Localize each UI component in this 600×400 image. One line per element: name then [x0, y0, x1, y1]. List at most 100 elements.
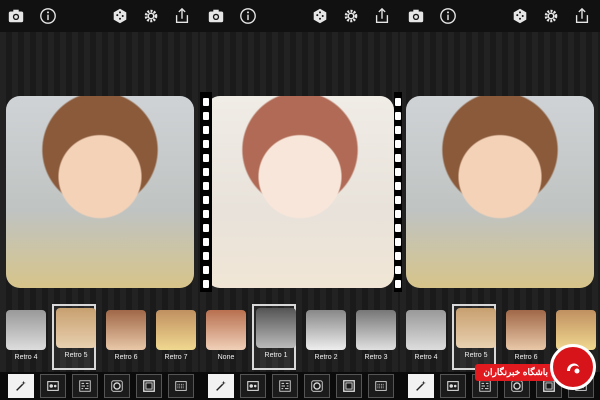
magic-wand-icon[interactable]: [8, 374, 34, 398]
filter-thumbnail-image: [506, 310, 546, 350]
filter-thumbnail[interactable]: Retro 7: [154, 306, 198, 368]
filter-thumbnail-image: [356, 310, 396, 350]
magic-wand-icon[interactable]: [408, 374, 434, 398]
film-hole: [395, 98, 401, 106]
frame-effect-icon[interactable]: [40, 374, 66, 398]
film-hole: [395, 168, 401, 176]
share-icon[interactable]: [372, 6, 392, 26]
filter-thumbnail-label: Retro 4: [14, 354, 38, 361]
photo-image: [406, 96, 594, 288]
filter-thumbnail-label: Retro 5: [64, 352, 88, 359]
film-hole: [203, 154, 209, 162]
film-hole: [395, 154, 401, 162]
watermark-text: باشگاه خبرنگاران: [475, 364, 556, 381]
film-hole: [395, 126, 401, 134]
film-hole: [203, 182, 209, 190]
filter-thumbnail[interactable]: Retro 2: [304, 306, 348, 368]
film-hole: [203, 224, 209, 232]
filter-thumbnail-image: [156, 310, 196, 350]
filter-thumbnail-label: Retro 1: [264, 352, 288, 359]
share-icon[interactable]: [572, 6, 592, 26]
filter-thumbnail-label: None: [217, 354, 235, 361]
border-icon[interactable]: [336, 374, 362, 398]
film-strip-left: [200, 92, 212, 292]
filter-thumbnail-label: Retro 7: [164, 354, 188, 361]
camera-icon[interactable]: [206, 6, 226, 26]
photo-preview[interactable]: [406, 96, 594, 288]
pattern-icon[interactable]: [368, 374, 394, 398]
film-hole: [203, 238, 209, 246]
dice-icon[interactable]: [510, 6, 530, 26]
film-hole: [395, 210, 401, 218]
film-hole: [203, 266, 209, 274]
filter-thumbnail-image: [456, 308, 496, 348]
filter-thumbnail-label: Retro 6: [114, 354, 138, 361]
tool-bar: [0, 372, 200, 400]
filter-thumbnail-label: Retro 2: [314, 354, 338, 361]
dice-icon[interactable]: [110, 6, 130, 26]
photo-image: [206, 96, 394, 288]
editor-panel: Retro 4Retro 5Retro 6Retro 7: [400, 0, 600, 400]
gear-icon[interactable]: [541, 6, 561, 26]
filter-thumbnail-image: [406, 310, 446, 350]
texture-icon[interactable]: [272, 374, 298, 398]
film-hole: [395, 140, 401, 148]
filter-thumbnail[interactable]: Retro 1: [252, 304, 296, 370]
dice-icon[interactable]: [310, 6, 330, 26]
magic-wand-icon[interactable]: [208, 374, 234, 398]
filter-thumbnail-strip: None Retro 1 Retro 2 Retro 3: [200, 304, 400, 370]
frame-effect-icon[interactable]: [240, 374, 266, 398]
filter-thumbnail-image: [6, 310, 46, 350]
filter-thumbnail[interactable]: Retro 3: [354, 306, 398, 368]
filter-thumbnail-image: [256, 308, 296, 348]
film-hole: [203, 210, 209, 218]
filter-thumbnail[interactable]: None: [204, 306, 248, 368]
camera-icon[interactable]: [406, 6, 426, 26]
filter-thumbnail-label: Retro 3: [364, 354, 388, 361]
film-hole: [395, 280, 401, 288]
film-hole: [395, 266, 401, 274]
film-hole: [203, 252, 209, 260]
gear-icon[interactable]: [341, 6, 361, 26]
film-hole: [203, 98, 209, 106]
film-hole: [203, 112, 209, 120]
film-hole: [395, 238, 401, 246]
top-bar: [400, 0, 600, 32]
vignette-icon[interactable]: [104, 374, 130, 398]
film-hole: [203, 168, 209, 176]
editor-panel: None Retro 1 Retro 2 Retro 3: [200, 0, 400, 400]
vignette-icon[interactable]: [304, 374, 330, 398]
share-icon[interactable]: [172, 6, 192, 26]
pattern-icon[interactable]: [168, 374, 194, 398]
filter-thumbnail-image: [106, 310, 146, 350]
watermark: باشگاه خبرنگاران: [436, 344, 596, 394]
film-hole: [203, 196, 209, 204]
film-hole: [395, 252, 401, 260]
gear-icon[interactable]: [141, 6, 161, 26]
photo-image: [6, 96, 194, 288]
photo-preview[interactable]: [206, 96, 394, 288]
border-icon[interactable]: [136, 374, 162, 398]
film-hole: [395, 224, 401, 232]
filter-thumbnail-image: [206, 310, 246, 350]
filter-thumbnail[interactable]: Retro 4: [4, 306, 48, 368]
film-hole: [203, 140, 209, 148]
info-icon[interactable]: [438, 6, 458, 26]
top-bar: [200, 0, 400, 32]
film-hole: [203, 280, 209, 288]
film-hole: [395, 112, 401, 120]
filter-thumbnail-strip: Retro 4 Retro 5 Retro 6 Retro 7: [0, 304, 200, 370]
info-icon[interactable]: [238, 6, 258, 26]
film-hole: [203, 126, 209, 134]
filter-thumbnail[interactable]: Retro 6: [104, 306, 148, 368]
camera-icon[interactable]: [6, 6, 26, 26]
filter-thumbnail[interactable]: Retro 5: [52, 304, 96, 370]
photo-preview[interactable]: [6, 96, 194, 288]
tool-bar: [200, 372, 400, 400]
editor-panel: Retro 4 Retro 5 Retro 6 Retro 7: [0, 0, 200, 400]
film-hole: [395, 182, 401, 190]
texture-icon[interactable]: [72, 374, 98, 398]
info-icon[interactable]: [38, 6, 58, 26]
film-strip-right: [394, 92, 402, 292]
filter-thumbnail-image: [306, 310, 346, 350]
